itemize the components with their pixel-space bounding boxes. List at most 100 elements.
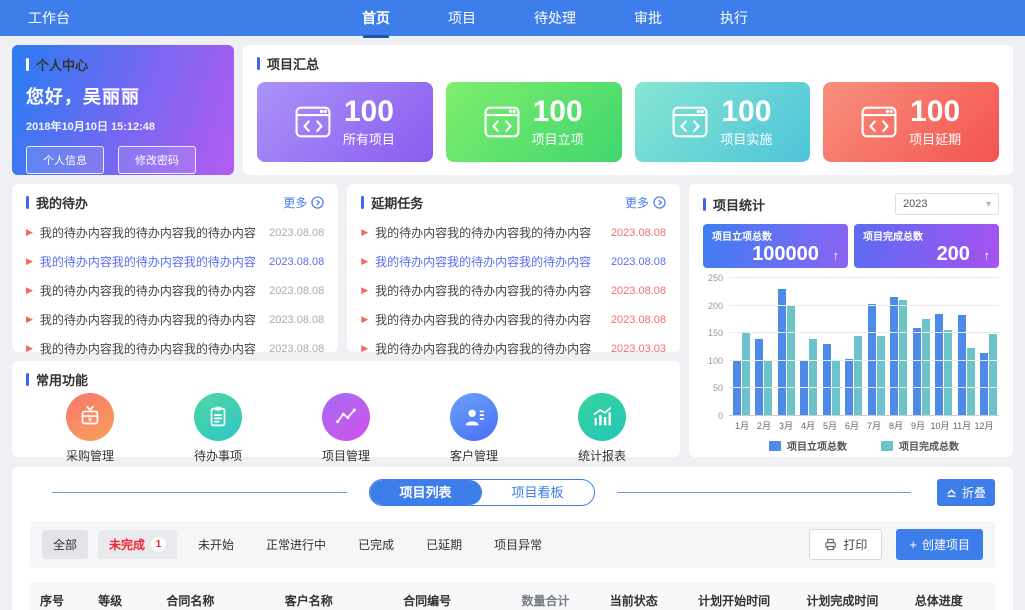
todo-item[interactable]: ▶ 我的待办内容我的待办内容我的待办内容 2023.08.08 xyxy=(26,340,324,357)
filter-chip-label: 全部 xyxy=(53,536,77,553)
collapse-icon xyxy=(946,487,957,498)
filter-chip[interactable]: 项目异常 xyxy=(483,530,553,559)
create-project-button[interactable]: + 创建项目 xyxy=(896,529,983,560)
filter-chip-label: 已延期 xyxy=(426,536,462,553)
filter-chip-label: 未开始 xyxy=(198,536,234,553)
common-functions-title: 常用功能 xyxy=(26,370,666,389)
tab[interactable]: 项目列表 xyxy=(370,480,482,505)
summary-card-project-delayed[interactable]: 100 项目延期 xyxy=(823,82,999,162)
delayed-task-date: 2023.08.08 xyxy=(611,256,666,268)
delayed-task-text: 我的待办内容我的待办内容我的待办内容 xyxy=(375,224,604,241)
delayed-more-link[interactable]: 更多 xyxy=(625,194,666,211)
project-stats-title-text: 项目统计 xyxy=(713,195,765,214)
filter-chip[interactable]: 未开始 xyxy=(187,530,245,559)
chart-legend: 项目立项总数项目完成总数 xyxy=(729,438,999,453)
project-stats-title: 项目统计 xyxy=(703,195,765,214)
delayed-task-text: 我的待办内容我的待办内容我的待办内容 xyxy=(375,340,604,357)
nav-item[interactable]: 待处理 xyxy=(534,6,576,30)
function-todo-items[interactable]: 待办事项 xyxy=(194,393,242,464)
filter-chip[interactable]: 正常进行中 xyxy=(255,530,337,559)
common-functions-panel: 常用功能 ¥ 采购管理 待办事项 xyxy=(12,361,680,457)
title-accent-bar xyxy=(703,198,706,211)
more-label: 更多 xyxy=(625,194,649,211)
triangle-marker-icon: ▶ xyxy=(361,286,368,295)
personal-info-button[interactable]: 个人信息 xyxy=(26,146,104,174)
filter-chip[interactable]: 全部 xyxy=(42,530,88,559)
nav-item[interactable]: 执行 xyxy=(720,6,748,30)
delayed-task-text: 我的待办内容我的待办内容我的待办内容 xyxy=(375,253,604,270)
delayed-task-date: 2023.08.08 xyxy=(611,285,666,297)
function-statistics-report[interactable]: 统计报表 xyxy=(578,393,626,464)
delayed-task-item[interactable]: ▶ 我的待办内容我的待办内容我的待办内容 2023.08.08 xyxy=(361,311,666,328)
nav-item[interactable]: 审批 xyxy=(634,6,662,30)
summary-label: 项目立项 xyxy=(532,129,584,148)
todos-more-link[interactable]: 更多 xyxy=(283,194,324,211)
summary-card-all-projects[interactable]: 100 所有项目 xyxy=(257,82,433,162)
change-password-button[interactable]: 修改密码 xyxy=(118,146,196,174)
triangle-marker-icon: ▶ xyxy=(361,257,368,266)
triangle-marker-icon: ▶ xyxy=(26,344,33,353)
column-header: 客户名称 xyxy=(281,592,399,609)
delayed-task-date: 2023.08.08 xyxy=(611,227,666,239)
stat-box-label: 项目完成总数 xyxy=(863,232,923,243)
tab[interactable]: 项目看板 xyxy=(482,480,594,505)
todo-item[interactable]: ▶ 我的待办内容我的待办内容我的待办内容 2023.08.08 xyxy=(26,224,324,241)
filter-chip[interactable]: 未完成 1 xyxy=(98,530,177,559)
column-header: 计划开始时间 xyxy=(694,592,802,609)
summary-label: 项目实施 xyxy=(720,129,772,148)
summary-card-project-initiation[interactable]: 100 项目立项 xyxy=(446,82,622,162)
stat-box-initiation-total: 项目立项总数 100000 ↑ xyxy=(703,224,848,268)
todo-list: ▶ 我的待办内容我的待办内容我的待办内容 2023.08.08 ▶ 我的待办内容… xyxy=(26,224,324,357)
nav-item[interactable]: 项目 xyxy=(448,6,476,30)
column-header: 总体进度 xyxy=(911,592,989,609)
summary-value: 100 xyxy=(533,97,583,127)
more-label: 更多 xyxy=(283,194,307,211)
todo-date: 2023.08.08 xyxy=(269,285,324,297)
title-accent-bar xyxy=(26,196,29,209)
filter-count-badge: 1 xyxy=(151,537,166,552)
function-customer-management[interactable]: 客户管理 xyxy=(450,393,498,464)
column-header: 等级 xyxy=(94,592,162,609)
todo-item[interactable]: ▶ 我的待办内容我的待办内容我的待办内容 2023.08.08 xyxy=(26,311,324,328)
delayed-task-item[interactable]: ▶ 我的待办内容我的待办内容我的待办内容 2023.03.03 xyxy=(361,340,666,357)
todo-item[interactable]: ▶ 我的待办内容我的待办内容我的待办内容 2023.08.08 xyxy=(26,253,324,270)
delayed-task-item[interactable]: ▶ 我的待办内容我的待办内容我的待办内容 2023.08.08 xyxy=(361,224,666,241)
todo-text: 我的待办内容我的待办内容我的待办内容 xyxy=(40,224,262,241)
chart-x-axis-labels: 1月2月3月4月5月6月7月8月9月10月11月12月 xyxy=(731,419,995,432)
function-procurement[interactable]: ¥ 采购管理 xyxy=(66,393,114,464)
delayed-tasks-panel: 延期任务 更多 ▶ 我的待办内容我的待办内容我的待办内容 2023.08.08 xyxy=(347,184,680,352)
column-header: 合同编号 xyxy=(399,592,517,609)
nav-menu: 首页 项目 待处理 审批 执行 xyxy=(362,6,748,30)
print-button[interactable]: 打印 xyxy=(809,529,882,560)
year-select[interactable]: 2023 ▾ xyxy=(895,193,999,215)
project-stats-panel: 项目统计 2023 ▾ 项目立项总数 100000 ↑ 项目完成总数 xyxy=(689,184,1013,457)
projects-panel: 项目列表 项目看板 折叠 全部 未完成 xyxy=(12,467,1013,610)
summary-card-project-implementation[interactable]: 100 项目实施 xyxy=(635,82,811,162)
todo-item[interactable]: ▶ 我的待办内容我的待办内容我的待办内容 2023.08.08 xyxy=(26,282,324,299)
filter-chip[interactable]: 已延期 xyxy=(415,530,473,559)
triangle-marker-icon: ▶ xyxy=(26,315,33,324)
todo-text: 我的待办内容我的待办内容我的待办内容 xyxy=(40,340,262,357)
function-project-management[interactable]: 项目管理 xyxy=(322,393,370,464)
circle-arrow-right-icon xyxy=(653,196,666,209)
divider-line xyxy=(617,492,912,493)
delayed-task-item[interactable]: ▶ 我的待办内容我的待办内容我的待办内容 2023.08.08 xyxy=(361,282,666,299)
title-accent-bar xyxy=(257,57,260,70)
todo-text: 我的待办内容我的待办内容我的待办内容 xyxy=(40,282,262,299)
collapse-button[interactable]: 折叠 xyxy=(937,479,995,506)
project-summary-title: 项目汇总 xyxy=(257,54,999,73)
personal-center-title: 个人中心 xyxy=(26,55,220,74)
summary-value: 100 xyxy=(721,97,771,127)
function-label: 待办事项 xyxy=(194,447,242,464)
top-nav: 工作台 首页 项目 待处理 审批 执行 xyxy=(0,0,1025,36)
customer-person-icon xyxy=(450,393,498,441)
filter-chip[interactable]: 已完成 xyxy=(347,530,405,559)
main-content: 个人中心 您好，吴丽丽 2018年10月10日 15:12:48 个人信息 修改… xyxy=(0,36,1025,610)
nav-item[interactable]: 首页 xyxy=(362,6,390,30)
project-view-tabs: 项目列表 项目看板 xyxy=(369,479,595,506)
personal-center-title-text: 个人中心 xyxy=(36,55,88,74)
delayed-task-item[interactable]: ▶ 我的待办内容我的待办内容我的待办内容 2023.08.08 xyxy=(361,253,666,270)
todo-date: 2023.08.08 xyxy=(269,227,324,239)
plus-icon: + xyxy=(909,538,917,551)
triangle-marker-icon: ▶ xyxy=(361,344,368,353)
